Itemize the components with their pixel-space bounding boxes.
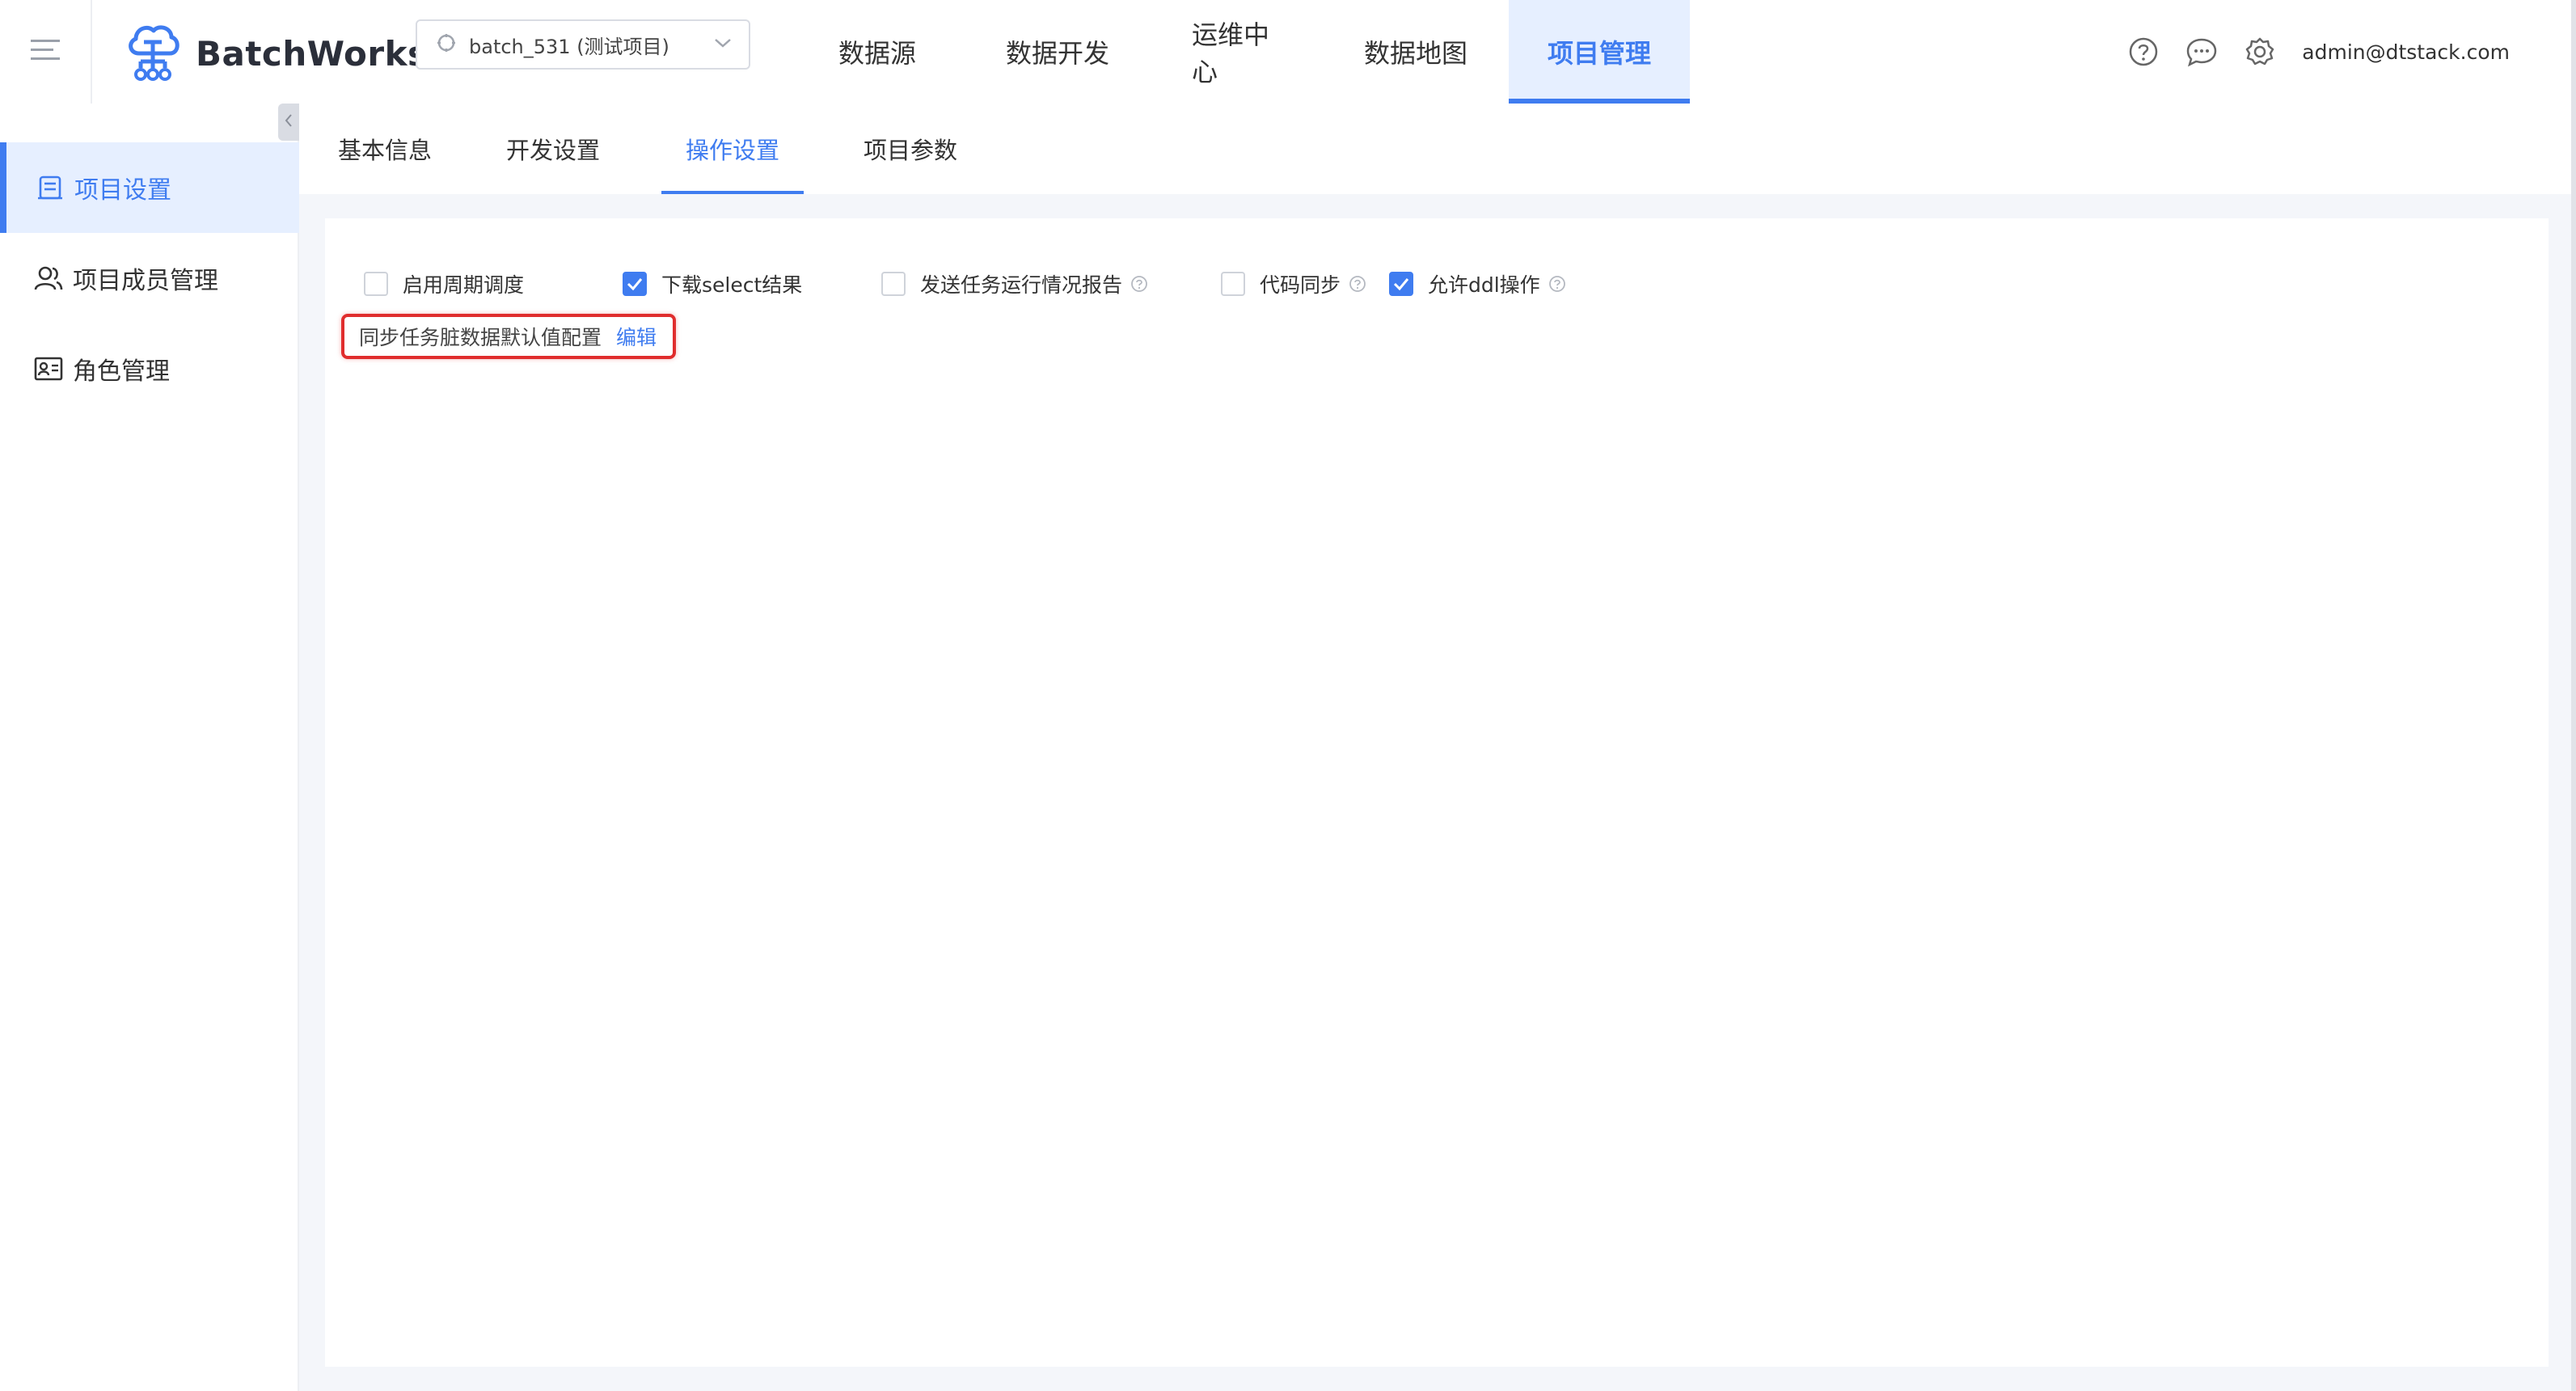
option-label: 允许ddl操作 <box>1428 273 1540 297</box>
tab-label: 项目参数 <box>863 137 957 164</box>
cloud-logo-icon <box>125 21 181 86</box>
menu-toggle-button[interactable] <box>0 0 92 104</box>
hamburger-icon <box>31 38 60 66</box>
nav-item-label: 数据地图 <box>1363 38 1467 69</box>
option-label: 下载select结果 <box>661 273 803 297</box>
chevron-left-icon <box>284 112 293 133</box>
users-icon <box>34 264 63 293</box>
checkbox[interactable] <box>364 272 388 296</box>
nav-item-label: 数据开发 <box>1005 38 1109 69</box>
operation-options: 启用周期调度 下载select结果 发送任务运行情况报告 代码同步 允许ddl操… <box>364 264 1599 304</box>
message-icon[interactable] <box>2185 36 2218 68</box>
option-label: 启用周期调度 <box>403 273 525 297</box>
question-circle-icon[interactable] <box>1548 275 1566 293</box>
sidebar-item-label: 角色管理 <box>73 357 170 386</box>
checkbox[interactable] <box>1221 272 1245 296</box>
nav-item-data-dev[interactable]: 数据开发 <box>962 0 1153 104</box>
check-icon <box>627 278 643 290</box>
help-icon[interactable] <box>2127 36 2160 68</box>
option-label: 代码同步 <box>1260 273 1341 297</box>
question-circle-icon[interactable] <box>1130 275 1148 293</box>
header-actions: admin@dtstack.com <box>2101 0 2510 104</box>
sidebar: 项目设置 项目成员管理 角色管理 <box>0 104 299 1391</box>
nav-item-datasource[interactable]: 数据源 <box>792 0 962 104</box>
project-selector[interactable]: batch_531 (测试项目) <box>416 19 750 70</box>
project-icon <box>435 32 458 57</box>
checkbox-checked[interactable] <box>623 272 647 296</box>
chevron-down-icon <box>713 36 733 53</box>
id-card-icon <box>34 354 63 383</box>
sidebar-item-label: 项目设置 <box>74 176 171 205</box>
nav-item-label: 数据源 <box>838 38 916 69</box>
nav-item-ops-center[interactable]: 运维中心 <box>1153 0 1323 104</box>
nav-item-label: 项目管理 <box>1548 38 1652 69</box>
top-header: BatchWorks batch_531 (测试项目) 数据源 数据开发 运维中… <box>0 0 2576 104</box>
option-label: 发送任务运行情况报告 <box>920 273 1123 297</box>
sidebar-item-project-settings[interactable]: 项目设置 <box>0 142 299 233</box>
project-settings-icon <box>36 173 65 202</box>
app-logo[interactable]: BatchWorks <box>125 21 429 86</box>
dirty-data-config-row: 同步任务脏数据默认值配置 编辑 <box>341 314 677 359</box>
tab-label: 开发设置 <box>505 137 600 164</box>
option-send-report[interactable]: 发送任务运行情况报告 <box>881 269 1221 298</box>
main-nav: 数据源 数据开发 运维中心 数据地图 项目管理 <box>792 0 1690 104</box>
app-name: BatchWorks <box>196 33 429 74</box>
sidebar-item-roles[interactable]: 角色管理 <box>0 323 299 414</box>
nav-item-project-mgmt[interactable]: 项目管理 <box>1509 0 1690 104</box>
tab-label: 基本信息 <box>337 137 432 164</box>
tab-basic-info[interactable]: 基本信息 <box>325 104 445 194</box>
sidebar-collapse-handle[interactable] <box>278 104 299 141</box>
tab-label: 操作设置 <box>685 137 779 164</box>
window-edge <box>2571 0 2576 1391</box>
dirty-data-edit-link[interactable]: 编辑 <box>616 322 657 351</box>
user-email[interactable]: admin@dtstack.com <box>2302 40 2510 64</box>
option-allow-ddl[interactable]: 允许ddl操作 <box>1389 269 1599 298</box>
settings-tabs: 基本信息 开发设置 操作设置 项目参数 <box>299 104 2576 194</box>
nav-item-data-map[interactable]: 数据地图 <box>1323 0 1509 104</box>
option-code-sync[interactable]: 代码同步 <box>1221 269 1389 298</box>
nav-item-label: 运维中心 <box>1192 19 1270 87</box>
sidebar-item-label: 项目成员管理 <box>73 267 218 295</box>
option-download-select[interactable]: 下载select结果 <box>623 269 881 298</box>
tab-project-params[interactable]: 项目参数 <box>851 104 970 194</box>
settings-icon[interactable] <box>2244 36 2276 68</box>
operation-settings-panel: 启用周期调度 下载select结果 发送任务运行情况报告 代码同步 允许ddl操… <box>325 218 2549 1367</box>
tab-operation-settings[interactable]: 操作设置 <box>661 104 804 194</box>
check-icon <box>1393 278 1409 290</box>
checkbox[interactable] <box>881 272 906 296</box>
question-circle-icon[interactable] <box>1349 275 1366 293</box>
dirty-data-config-label: 同步任务脏数据默认值配置 <box>359 326 602 349</box>
tab-dev-settings[interactable]: 开发设置 <box>493 104 613 194</box>
project-selector-value: batch_531 (测试项目) <box>469 35 669 58</box>
option-periodic-scheduling[interactable]: 启用周期调度 <box>364 269 623 298</box>
sidebar-item-members[interactable]: 项目成员管理 <box>0 233 299 323</box>
checkbox-checked[interactable] <box>1389 272 1413 296</box>
